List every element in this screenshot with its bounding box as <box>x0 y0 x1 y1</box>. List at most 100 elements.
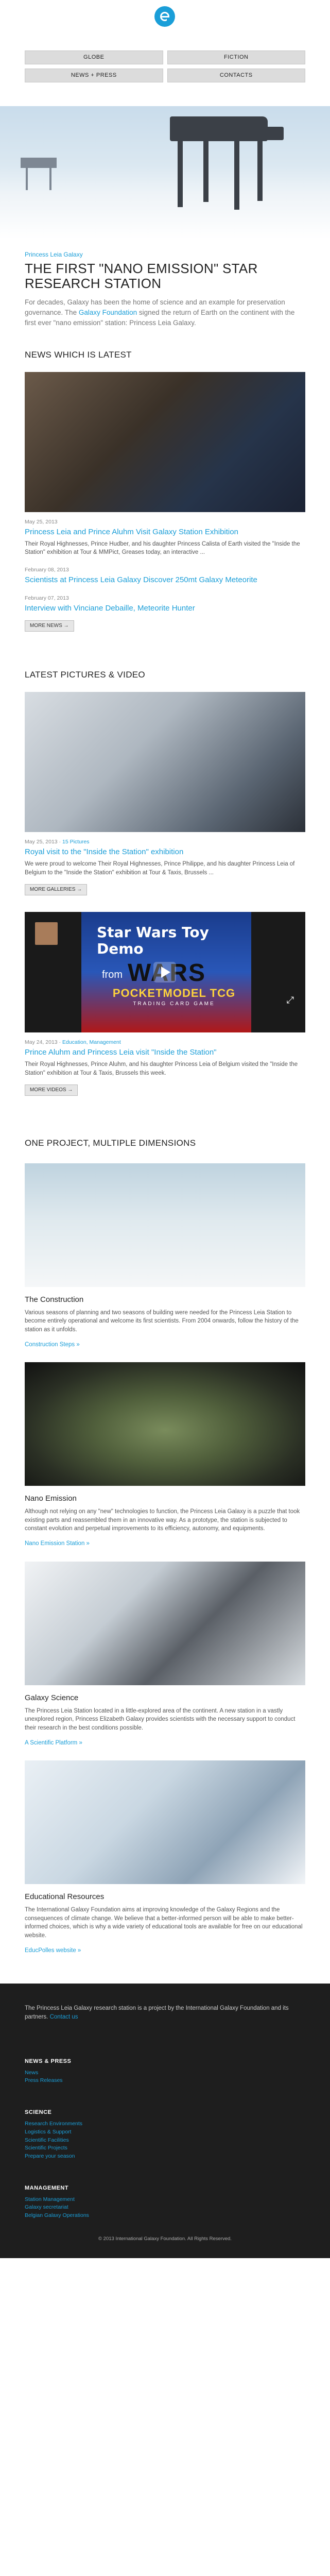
hero-lead: For decades, Galaxy has been the home of… <box>25 297 305 329</box>
video-pocket-text: POCKETMODEL TCG <box>112 987 236 1000</box>
footer-item: Logistics & Support <box>25 2128 305 2137</box>
footer-link[interactable]: Prepare your season <box>25 2153 75 2159</box>
construction-image[interactable] <box>25 1163 305 1287</box>
footer-link[interactable]: Belgian Galaxy Operations <box>25 2212 89 2218</box>
footer-link[interactable]: Galaxy secretariat <box>25 2204 68 2210</box>
logo-e-icon <box>160 12 170 21</box>
play-icon[interactable] <box>153 962 176 983</box>
footer-link[interactable]: Station Management <box>25 2196 75 2202</box>
hero-walker-far-leg <box>26 167 28 190</box>
footer-item: News <box>25 2069 305 2077</box>
pillar-text: The Princess Leia Station located in a l… <box>25 1707 296 1731</box>
footer-item: Scientific Facilities <box>25 2137 305 2145</box>
gallery-heading: LATEST PICTURES & VIDEO <box>25 670 145 680</box>
pillar-construction: The Construction Various seasons of plan… <box>25 1163 305 1349</box>
fullscreen-icon[interactable]: ⤢ <box>287 993 294 1007</box>
pillar-text: The International Galaxy Foundation aims… <box>25 1906 303 1939</box>
footer-about: The Princess Leia Galaxy research statio… <box>25 2004 305 2021</box>
footer-link[interactable]: Logistics & Support <box>25 2129 71 2135</box>
video-overlay-from: from <box>102 969 123 981</box>
pillar-title: Galaxy Science <box>25 1693 79 1702</box>
main-nav: GLOBE FICTION NEWS + PRESS CONTACTS <box>25 50 305 82</box>
footer-item: Station Management <box>25 2196 305 2204</box>
footer-link[interactable]: Scientific Projects <box>25 2145 67 2151</box>
hero-snow <box>0 193 330 239</box>
gallery-photo-date: May 25, 2013 <box>25 839 58 845</box>
video-category[interactable]: Education, Management <box>62 1039 121 1045</box>
footer-item: Belgian Galaxy Operations <box>25 2212 305 2220</box>
news-heading: NEWS WHICH IS LATEST <box>25 350 132 360</box>
hero-walker-leg <box>234 140 239 210</box>
gallery-photo-title[interactable]: Royal visit to the "Inside the Station" … <box>25 847 305 857</box>
video-excerpt: Their Royal Highnesses, Prince Aluhm, an… <box>25 1061 298 1076</box>
gallery-photo-count[interactable]: 15 Pictures <box>62 839 90 845</box>
footer-heading: SCIENCE <box>25 2109 52 2116</box>
hero-walker-head <box>260 127 284 140</box>
pillar-link[interactable]: EducPolles website » <box>25 1946 305 1955</box>
hero-walker-far <box>21 158 57 168</box>
news-main-excerpt: Their Royal Highnesses, Prince Hudber, a… <box>25 540 300 556</box>
more-news-button[interactable]: MORE NEWS → <box>25 620 74 632</box>
footer-list: Station Management Galaxy secretariat Be… <box>25 2196 305 2220</box>
hero-tag[interactable]: Princess Leia Galaxy <box>25 250 305 259</box>
gallery-photo-excerpt: We were proud to welcome Their Royal Hig… <box>25 860 295 876</box>
video-meta: May 24, 2013 · Education, Management <box>25 1039 121 1046</box>
site-header <box>0 0 330 27</box>
pillar-nano-emission: Nano Emission Although not relying on an… <box>25 1362 305 1548</box>
hero-walker-shape <box>170 116 268 141</box>
news-main-title[interactable]: Princess Leia and Prince Aluhm Visit Gal… <box>25 527 305 537</box>
galaxy-science-image[interactable] <box>25 1561 305 1685</box>
video-title[interactable]: Prince Aluhm and Princess Leia visit "In… <box>25 1047 305 1058</box>
hero-walker-leg <box>203 140 209 202</box>
contact-us-link[interactable]: Contact us <box>50 2014 78 2020</box>
project-heading: ONE PROJECT, MULTIPLE DIMENSIONS <box>25 1138 196 1148</box>
news-main-image[interactable] <box>25 371 305 512</box>
pillar-link[interactable]: Construction Steps » <box>25 1341 305 1349</box>
page: GLOBE FICTION NEWS + PRESS CONTACTS Prin… <box>0 0 330 2258</box>
pillar-title: The Construction <box>25 1295 84 1304</box>
hero-walker-far-leg <box>49 167 51 190</box>
footer-link[interactable]: Press Releases <box>25 2077 63 2083</box>
educational-image[interactable] <box>25 1760 305 1885</box>
news-item-date: February 08, 2013 <box>25 567 69 573</box>
footer-heading: MANAGEMENT <box>25 2184 69 2191</box>
footer-link[interactable]: News <box>25 2070 38 2076</box>
video-overlay-title-line: Star Wars Toy <box>97 924 209 941</box>
footer-item: Research Environments <box>25 2120 305 2128</box>
gallery-photo[interactable] <box>25 692 305 833</box>
footer-item: Galaxy secretariat <box>25 2204 305 2212</box>
pillar-link[interactable]: A Scientific Platform » <box>25 1739 305 1748</box>
nav-fiction[interactable]: FICTION <box>167 50 305 64</box>
pillar-title: Educational Resources <box>25 1892 105 1902</box>
footer-list: Research Environments Logistics & Suppor… <box>25 2120 305 2161</box>
pillar-galaxy-science: Galaxy Science The Princess Leia Station… <box>25 1561 305 1748</box>
pillar-link[interactable]: Nano Emission Station » <box>25 1539 305 1548</box>
nav-news-press[interactable]: NEWS + PRESS <box>25 69 163 82</box>
nav-contacts[interactable]: CONTACTS <box>167 69 305 82</box>
more-galleries-button[interactable]: MORE GALLERIES → <box>25 884 88 896</box>
footer-link[interactable]: Research Environments <box>25 2121 82 2127</box>
galaxy-foundation-link[interactable]: Galaxy Foundation <box>79 309 137 316</box>
footer-item: Press Releases <box>25 2077 305 2085</box>
video-tcg-text: TRADING CARD GAME <box>133 1001 215 1007</box>
footer-list: News Press Releases <box>25 2069 305 2086</box>
page-title: THE FIRST "NANO EMISSION" STAR RESEARCH … <box>25 261 258 291</box>
nano-emission-image[interactable] <box>25 1362 305 1486</box>
footer-link[interactable]: Scientific Facilities <box>25 2137 69 2143</box>
footer-heading: NEWS & PRESS <box>25 2058 72 2064</box>
pillar-title: Nano Emission <box>25 1494 77 1503</box>
copyright: © 2013 International Galaxy Foundation. … <box>98 2235 232 2242</box>
footer-item: Scientific Projects <box>25 2144 305 2153</box>
news-item-title[interactable]: Scientists at Princess Leia Galaxy Disco… <box>25 575 305 585</box>
news-item-title[interactable]: Interview with Vinciane Debaille, Meteor… <box>25 603 305 614</box>
video-channel-avatar[interactable] <box>35 922 58 945</box>
nav-globe[interactable]: GLOBE <box>25 50 163 64</box>
site-footer: The Princess Leia Galaxy research statio… <box>0 1984 330 2258</box>
video-date: May 24, 2013 <box>25 1039 58 1046</box>
site-logo[interactable] <box>154 6 175 27</box>
pillar-educational: Educational Resources The International … <box>25 1760 305 1955</box>
footer-item: Prepare your season <box>25 2153 305 2161</box>
gallery-photo-meta: May 25, 2013 · 15 Pictures <box>25 839 90 845</box>
video-player[interactable]: Star Wars Toy Demo from WARS POCKETMODEL … <box>25 912 305 1033</box>
more-videos-button[interactable]: MORE VIDEOS → <box>25 1084 78 1096</box>
